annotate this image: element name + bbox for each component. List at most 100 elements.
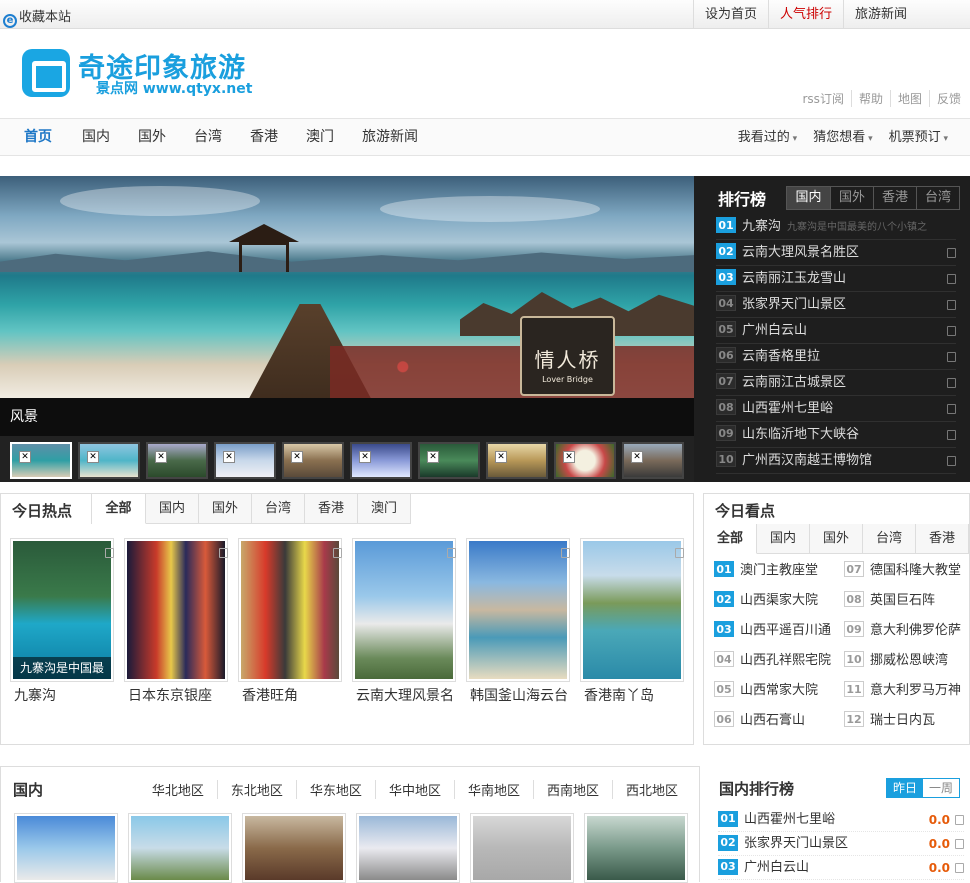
thumbnail[interactable]: ✕ [10, 442, 72, 479]
nav-macau[interactable]: 澳门 [306, 119, 334, 155]
map-link[interactable]: 地图 [889, 90, 929, 107]
list-item[interactable]: 09 意大利佛罗伦萨 [844, 616, 964, 646]
thumbnail[interactable]: ✕ [146, 442, 208, 479]
tab-hongkong[interactable]: 香港 [873, 187, 916, 209]
tab-abroad[interactable]: 国外 [830, 187, 873, 209]
tab-week[interactable]: 一周 [923, 779, 959, 797]
region-northeast[interactable]: 东北地区 [216, 780, 296, 799]
banner-image[interactable]: 情人桥 Lover Bridge [0, 176, 694, 398]
list-item[interactable]: 10 挪威松恩峡湾 [844, 646, 964, 676]
thumbnail[interactable]: ✕ [282, 442, 344, 479]
set-homepage-link[interactable]: 设为首页 [692, 0, 768, 29]
watch-panel: 今日看点 全部 国内 国外 台湾 香港 01 澳门主教座堂 07 德国科隆大教堂 0… [703, 493, 970, 745]
tab-domestic[interactable]: 国内 [787, 187, 830, 209]
tab-taiwan[interactable]: 台湾 [252, 494, 305, 524]
nav-hongkong[interactable]: 香港 [250, 119, 278, 155]
broken-image-icon: ✕ [87, 451, 99, 463]
list-item[interactable]: 04 张家界天门山景区 [716, 292, 956, 318]
list-item[interactable]: 12 瑞士日内瓦 [844, 706, 964, 736]
nav-taiwan[interactable]: 台湾 [194, 119, 222, 155]
region-east[interactable]: 华东地区 [295, 780, 375, 799]
tab-yesterday[interactable]: 昨日 [887, 779, 923, 797]
nav-travel-news[interactable]: 旅游新闻 [362, 119, 418, 155]
thumbnail[interactable]: ✕ [622, 442, 684, 479]
list-item[interactable]: 02 张家界天门山景区 0.0 [718, 832, 964, 856]
tab-domestic[interactable]: 国内 [757, 524, 810, 554]
list-item[interactable]: 03 山西平遥百川通 [714, 616, 844, 646]
favorite-link[interactable]: e 收藏本站 [3, 6, 71, 28]
list-item[interactable]: 05 山西常家大院 [714, 676, 844, 706]
thumbnail[interactable]: ✕ [554, 442, 616, 479]
tab-hongkong[interactable]: 香港 [305, 494, 358, 524]
domestic-card[interactable] [356, 813, 460, 883]
thumbnail[interactable]: ✕ [214, 442, 276, 479]
list-item[interactable]: 04 山西孔祥熙宅院 [714, 646, 844, 676]
hot-card[interactable]: 九寨沟是中国最 九寨沟 [10, 538, 114, 710]
thumbnail[interactable]: ✕ [418, 442, 480, 479]
tab-taiwan[interactable]: 台湾 [863, 524, 916, 554]
thumbnail[interactable]: ✕ [350, 442, 412, 479]
help-link[interactable]: 帮助 [850, 90, 890, 107]
nav-right: 我看过的 猜您想看 机票预订 [730, 119, 956, 158]
list-item[interactable]: 03 云南丽江玉龙雪山 [716, 266, 956, 292]
list-item[interactable]: 05 广州白云山 [716, 318, 956, 344]
domestic-ranking-title: 国内排行榜 [719, 780, 795, 798]
tab-macau[interactable]: 澳门 [358, 494, 411, 524]
tab-taiwan[interactable]: 台湾 [916, 187, 959, 209]
list-item[interactable]: 02 山西渠家大院 [714, 586, 844, 616]
logo-icon[interactable] [22, 49, 70, 97]
list-item[interactable]: 08 英国巨石阵 [844, 586, 964, 616]
feedback-link[interactable]: 反馈 [928, 90, 968, 107]
tab-all[interactable]: 全部 [704, 524, 757, 554]
list-item[interactable]: 10 广州西汉南越王博物馆 [716, 448, 956, 474]
tab-domestic[interactable]: 国内 [146, 494, 199, 524]
region-southwest[interactable]: 西南地区 [532, 780, 612, 799]
banner-caption: 风景 [0, 398, 694, 442]
list-item[interactable]: 01 九寨沟 九寨沟是中国最美的八个小镇之 [716, 214, 956, 240]
list-item[interactable]: 11 意大利罗马万神 [844, 676, 964, 706]
thumbnail[interactable]: ✕ [78, 442, 140, 479]
list-item[interactable]: 08 山西霍州七里峪 [716, 396, 956, 422]
guess-dropdown[interactable]: 猜您想看 [805, 119, 880, 158]
tab-abroad[interactable]: 国外 [199, 494, 252, 524]
list-item[interactable]: 09 山东临沂地下大峡谷 [716, 422, 956, 448]
document-icon [955, 815, 964, 825]
domestic-card[interactable] [128, 813, 232, 883]
nav-abroad[interactable]: 国外 [138, 119, 166, 155]
tab-abroad[interactable]: 国外 [810, 524, 863, 554]
nav-home[interactable]: 首页 [24, 119, 52, 155]
hot-card[interactable]: 香港旺角 [238, 538, 342, 710]
list-item[interactable]: 06 云南香格里拉 [716, 344, 956, 370]
region-central[interactable]: 华中地区 [374, 780, 454, 799]
domestic-card[interactable] [242, 813, 346, 883]
travel-news-link[interactable]: 旅游新闻 [842, 0, 918, 29]
popular-ranking-link[interactable]: 人气排行 [767, 0, 843, 29]
list-item[interactable]: 02 云南大理风景名胜区 [716, 240, 956, 266]
region-links: 华北地区 东北地区 华东地区 华中地区 华南地区 西南地区 西北地区 [139, 780, 691, 799]
viewed-dropdown[interactable]: 我看过的 [730, 119, 805, 158]
hot-card[interactable]: 香港南丫岛 [580, 538, 684, 710]
list-item[interactable]: 01 山西霍州七里峪 0.0 [718, 808, 964, 832]
hot-tabs: 全部 国内 国外 台湾 香港 澳门 [91, 494, 411, 524]
rss-link[interactable]: rss订阅 [796, 90, 851, 107]
list-item[interactable]: 01 澳门主教座堂 [714, 556, 844, 586]
region-northwest[interactable]: 西北地区 [611, 780, 691, 799]
domestic-card[interactable] [584, 813, 688, 883]
region-north[interactable]: 华北地区 [139, 780, 217, 799]
nav-domestic[interactable]: 国内 [82, 119, 110, 155]
tab-hongkong[interactable]: 香港 [916, 524, 969, 554]
score: 0.0 [928, 837, 950, 851]
tab-all[interactable]: 全部 [92, 494, 146, 524]
hot-card[interactable]: 韩国釜山海云台 [466, 538, 570, 710]
hot-card[interactable]: 日本东京银座 [124, 538, 228, 710]
list-item[interactable]: 07 德国科隆大教堂 [844, 556, 964, 586]
ticket-dropdown[interactable]: 机票预订 [881, 119, 956, 158]
region-south[interactable]: 华南地区 [453, 780, 533, 799]
list-item[interactable]: 03 广州白云山 0.0 [718, 856, 964, 880]
domestic-card[interactable] [470, 813, 574, 883]
list-item[interactable]: 07 云南丽江古城景区 [716, 370, 956, 396]
domestic-card[interactable] [14, 813, 118, 883]
thumbnail[interactable]: ✕ [486, 442, 548, 479]
hot-card[interactable]: 云南大理风景名 [352, 538, 456, 710]
list-item[interactable]: 06 山西石膏山 [714, 706, 844, 736]
